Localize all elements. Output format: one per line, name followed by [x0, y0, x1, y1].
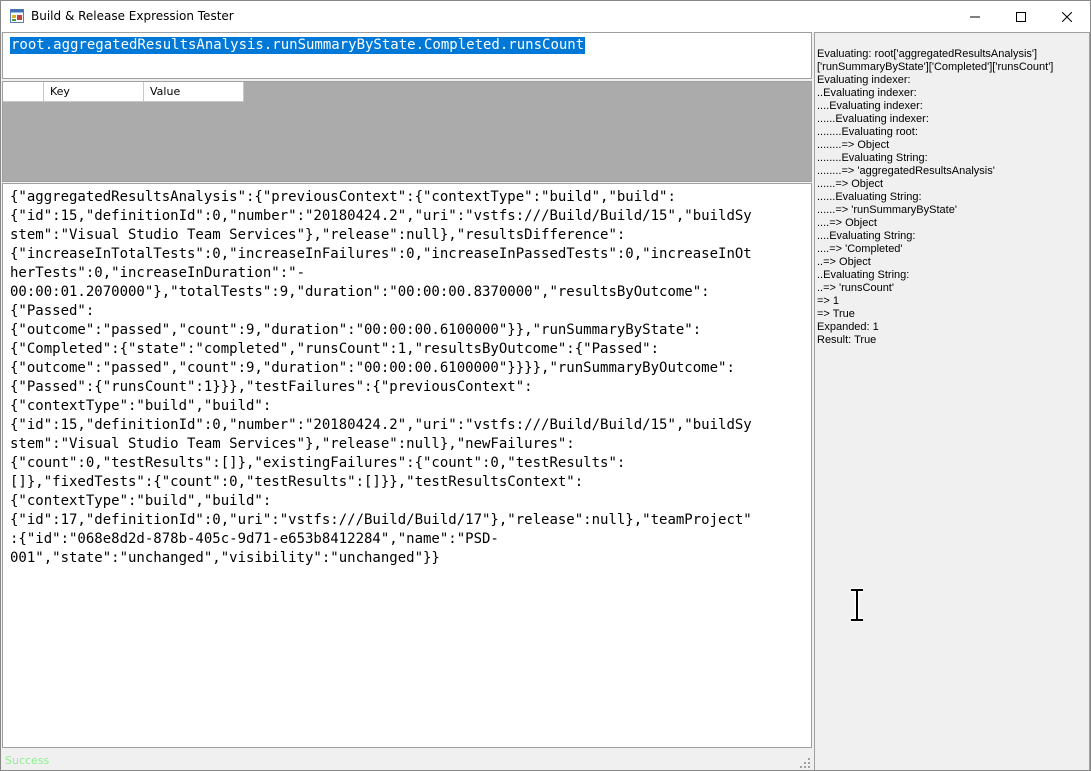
maximize-icon: [1016, 11, 1026, 22]
resize-grip-icon[interactable]: [799, 757, 811, 769]
log-line: ....Evaluating indexer:: [817, 100, 923, 112]
expression-selected-text[interactable]: root.aggregatedResultsAnalysis.runSummar…: [10, 37, 586, 54]
log-line: ....Evaluating String:: [817, 230, 916, 242]
grid-value-column[interactable]: Value: [144, 82, 244, 102]
status-text: Success: [5, 754, 50, 767]
log-line: ......=> Object: [817, 178, 884, 190]
close-button[interactable]: [1044, 1, 1090, 32]
log-line: ..Evaluating indexer:: [817, 87, 917, 99]
maximize-button[interactable]: [998, 1, 1044, 32]
log-line: ['runSummaryByState']['Completed']['runs…: [817, 61, 1054, 73]
log-line: ........=> Object: [817, 139, 890, 151]
log-line: ........=> 'aggregatedResultsAnalysis': [817, 165, 995, 177]
key-value-grid[interactable]: Key Value: [2, 81, 812, 182]
grid-header: Key Value: [3, 82, 244, 102]
json-output-textbox[interactable]: {"aggregatedResultsAnalysis":{"previousC…: [2, 183, 812, 748]
log-line: ....=> 'Completed': [817, 243, 903, 255]
log-line: Result: True: [817, 334, 877, 346]
log-line: ..Evaluating String:: [817, 269, 910, 281]
json-output-text: {"aggregatedResultsAnalysis":{"previousC…: [10, 189, 752, 566]
log-line: Evaluating indexer:: [817, 74, 911, 86]
log-line: ......Evaluating indexer:: [817, 113, 929, 125]
app-form-icon: [10, 9, 24, 23]
expression-input[interactable]: root.aggregatedResultsAnalysis.runSummar…: [2, 32, 812, 79]
log-line: => 1: [817, 295, 840, 307]
window-title: Build & Release Expression Tester: [31, 9, 234, 23]
minimize-icon: [970, 16, 980, 17]
log-line: ..=> Object: [817, 256, 871, 268]
log-line: ....=> Object: [817, 217, 877, 229]
log-line: ........Evaluating String:: [817, 152, 928, 164]
status-bar: Success: [1, 751, 813, 770]
close-icon: [1062, 11, 1072, 22]
log-line: => True: [817, 308, 855, 320]
grid-row-header-column[interactable]: [3, 82, 44, 102]
log-line: ......=> 'runSummaryByState': [817, 204, 957, 216]
log-line: Evaluating: root['aggregatedResultsAnaly…: [817, 48, 1038, 60]
log-line: Expanded: 1: [817, 321, 879, 333]
log-line: ..=> 'runsCount': [817, 282, 894, 294]
log-line: ......Evaluating String:: [817, 191, 922, 203]
evaluation-log-panel[interactable]: Evaluating: root['aggregatedResultsAnaly…: [814, 32, 1090, 770]
title-bar[interactable]: Build & Release Expression Tester: [1, 1, 1090, 32]
log-line: ........Evaluating root:: [817, 126, 918, 138]
grid-key-column[interactable]: Key: [44, 82, 144, 102]
minimize-button[interactable]: [952, 1, 998, 32]
expression-tester-window: Build & Release Expression Tester root.a…: [0, 0, 1091, 771]
text-cursor-icon: [851, 588, 863, 622]
